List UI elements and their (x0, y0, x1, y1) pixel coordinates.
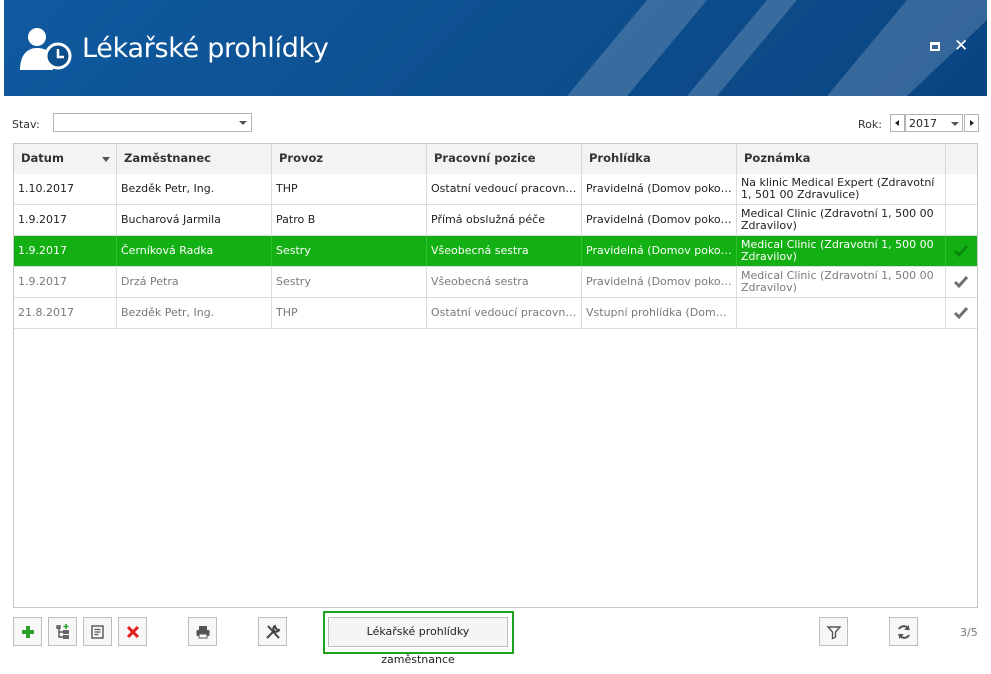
cell-zamestnanec[interactable]: Černíková Radka (117, 236, 272, 266)
column-header-pozice[interactable]: Pracovní pozice (427, 144, 582, 174)
checkmark-icon (953, 276, 969, 289)
window-header: Lékařské prohlídky ✕ (4, 0, 987, 96)
rok-dropdown[interactable]: 2017 (905, 114, 963, 132)
cell-provoz[interactable]: Patro B (272, 205, 427, 235)
filter-button[interactable] (819, 617, 848, 646)
cell-zamestnanec[interactable]: Bezděk Petr, Ing. (117, 298, 272, 328)
cell-prohlidka[interactable]: Vstupní prohlídka (Domov… (582, 298, 737, 328)
checkmark-icon (953, 245, 969, 258)
stav-label: Stav: (12, 118, 40, 131)
column-header-provoz[interactable]: Provoz (272, 144, 427, 174)
cell-provoz[interactable]: THP (272, 174, 427, 204)
table-row[interactable]: 1.9.2017 Drzá Petra Sestry Všeobecná sestra… (14, 267, 977, 298)
add-button[interactable] (13, 617, 42, 646)
cell-check[interactable] (946, 174, 977, 204)
cell-prohlidka[interactable]: Pravidelná (Domov pokojné… (582, 205, 737, 235)
edit-button[interactable] (83, 617, 112, 646)
refresh-button[interactable] (889, 617, 918, 646)
table-row[interactable]: 1.9.2017 Černíková Radka Sestry Všeobecná s… (14, 236, 977, 267)
rok-next-button[interactable] (964, 114, 979, 132)
cell-pozice[interactable]: Přímá obslužná péče (427, 205, 582, 235)
rok-label: Rok: (858, 118, 882, 131)
cell-prohlidka[interactable]: Pravidelná (Domov pokojné… (582, 174, 737, 204)
cell-datum[interactable]: 1.10.2017 (14, 174, 117, 204)
tree-add-icon (56, 624, 69, 639)
table-row[interactable]: 1.10.2017 Bezděk Petr, Ing. THP Ostatní ved… (14, 174, 977, 205)
tools-icon (266, 624, 281, 639)
cell-poznamka[interactable]: Medical Clinic (Zdravotní 1, 500 00 Zdra… (737, 205, 946, 235)
filter-icon (826, 626, 842, 640)
cell-zamestnanec[interactable]: Drzá Petra (117, 267, 272, 297)
edit-document-icon (91, 625, 104, 639)
header-decoration (567, 0, 987, 96)
cell-zamestnanec[interactable]: Bezděk Petr, Ing. (117, 174, 272, 204)
print-button[interactable] (188, 617, 217, 646)
close-icon[interactable]: ✕ (954, 38, 968, 55)
column-header-check (946, 144, 977, 174)
cell-prohlidka[interactable]: Pravidelná (Domov pokojné… (582, 267, 737, 297)
rok-value: 2017 (909, 117, 937, 130)
medical-exam-icon (20, 28, 72, 70)
table-row[interactable]: 21.8.2017 Bezděk Petr, Ing. THP Ostatní ved… (14, 298, 977, 329)
add-child-button[interactable] (48, 617, 77, 646)
plus-icon (22, 626, 34, 638)
maximize-icon[interactable] (930, 42, 940, 51)
cell-provoz[interactable]: THP (272, 298, 427, 328)
cell-zamestnanec[interactable]: Bucharová Jarmila (117, 205, 272, 235)
sort-descending-icon[interactable] (102, 157, 110, 162)
cell-datum[interactable]: 21.8.2017 (14, 298, 117, 328)
column-header-poznamka[interactable]: Poznámka (737, 144, 946, 174)
cell-pozice[interactable]: Všeobecná sestra (427, 236, 582, 266)
column-header-label: Datum (21, 151, 64, 165)
checkmark-icon (953, 307, 969, 320)
column-header-zamestnanec[interactable]: Zaměstnanec (117, 144, 272, 174)
cell-poznamka[interactable] (737, 298, 946, 328)
chevron-down-icon[interactable] (951, 122, 959, 126)
employee-exams-button[interactable]: Lékařské prohlídky zaměstnance (328, 617, 508, 666)
page-indicator: 3/5 (960, 626, 978, 639)
cell-datum[interactable]: 1.9.2017 (14, 267, 117, 297)
cell-check[interactable] (946, 205, 977, 235)
cell-prohlidka[interactable]: Pravidelná (Domov pokojné… (582, 236, 737, 266)
cell-pozice[interactable]: Všeobecná sestra (427, 267, 582, 297)
column-header-datum[interactable]: Datum (14, 144, 117, 174)
cell-provoz[interactable]: Sestry (272, 236, 427, 266)
refresh-icon (898, 625, 910, 639)
window-title: Lékařské prohlídky (82, 33, 329, 64)
delete-icon (126, 625, 140, 639)
column-header-prohlidka[interactable]: Prohlídka (582, 144, 737, 174)
rok-prev-button[interactable] (890, 114, 905, 132)
grid-header: Datum Zaměstnanec Provoz Pracovní pozice… (14, 144, 977, 175)
settings-button[interactable] (258, 617, 287, 646)
stav-dropdown[interactable] (53, 113, 252, 132)
chevron-down-icon[interactable] (239, 121, 247, 125)
cell-pozice[interactable]: Ostatní vedoucí pracovníci (427, 298, 582, 328)
cell-datum[interactable]: 1.9.2017 (14, 205, 117, 235)
cell-pozice[interactable]: Ostatní vedoucí pracovníci (427, 174, 582, 204)
cell-poznamka[interactable]: Medical Clinic (Zdravotní 1, 500 00 Zdra… (737, 236, 946, 266)
table-row[interactable]: 1.9.2017 Bucharová Jarmila Patro B Přímá ob… (14, 205, 977, 236)
delete-button[interactable] (118, 617, 147, 646)
print-icon (196, 626, 210, 639)
cell-poznamka[interactable]: Medical Clinic (Zdravotní 1, 500 00 Zdra… (737, 267, 946, 297)
exams-grid[interactable]: Datum Zaměstnanec Provoz Pracovní pozice… (13, 143, 978, 608)
cell-provoz[interactable]: Sestry (272, 267, 427, 297)
cell-poznamka[interactable]: Na klinic Medical Expert (Zdravotní 1, 5… (737, 174, 946, 204)
cell-datum[interactable]: 1.9.2017 (14, 236, 117, 266)
